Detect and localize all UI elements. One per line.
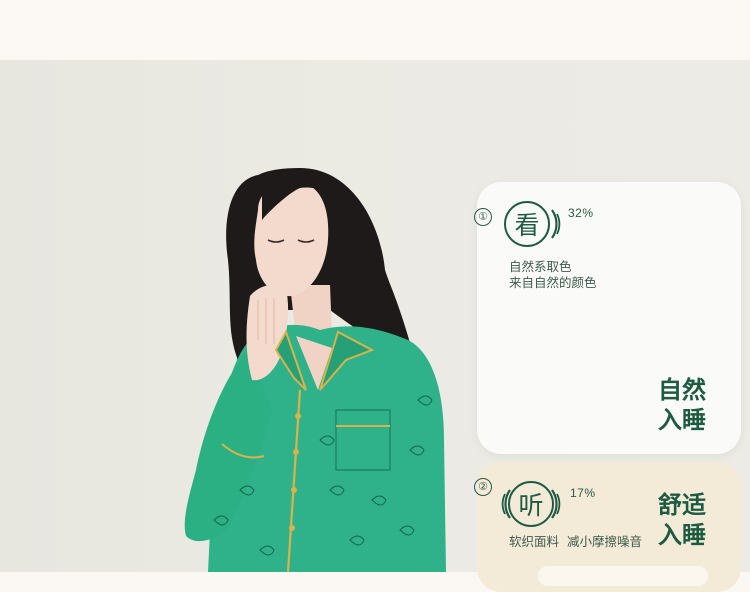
- next-card-edge: [538, 566, 708, 586]
- item-number-2: ②: [474, 478, 492, 496]
- item-number-1: ①: [474, 208, 492, 226]
- title-look-line-2: 入睡: [658, 406, 706, 434]
- badge-char-look: 看: [504, 201, 550, 247]
- percent-look: 32%: [568, 206, 594, 220]
- desc-look: 自然系取色 来自自然的颜色: [509, 259, 597, 291]
- title-look-line-1: 自然: [658, 376, 706, 404]
- title-listen-line-2: 入睡: [658, 521, 706, 549]
- desc-look-line-1: 自然系取色: [509, 259, 572, 274]
- desc-listen-line-2: 减小摩擦噪音: [567, 534, 643, 549]
- badge-char-listen: 听: [508, 481, 554, 527]
- badge-listen: 听: [500, 476, 562, 532]
- model-photo: [184, 168, 446, 572]
- title-listen-line-1: 舒适: [658, 491, 706, 519]
- percent-listen: 17%: [570, 486, 596, 500]
- desc-listen-line-1: 软织面料: [509, 534, 560, 549]
- title-listen: 舒适 入睡: [640, 490, 706, 550]
- top-banner-band: [0, 0, 750, 60]
- title-look: 自然 入睡: [640, 375, 706, 435]
- desc-look-line-2: 来自自然的颜色: [509, 275, 597, 290]
- badge-look: 看: [500, 196, 562, 252]
